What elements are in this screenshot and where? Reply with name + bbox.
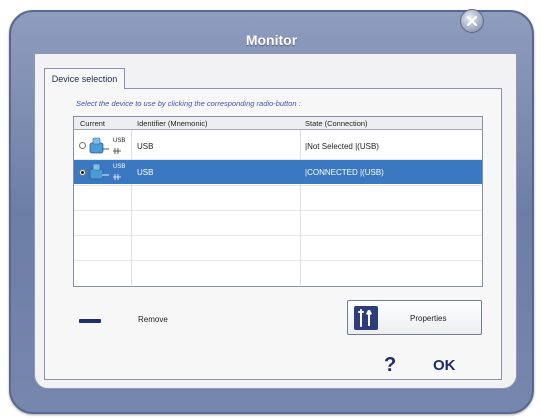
usb-label: USB [113, 138, 125, 144]
remove-button[interactable] [79, 316, 103, 326]
row-divider [74, 210, 482, 211]
state-cell: |CONNECTED |(USB) [305, 168, 384, 177]
device-list[interactable]: Current Identifier (Mnemonic) State (Con… [73, 116, 483, 287]
table-row[interactable]: USB USB |Not Selected |(USB) [74, 134, 482, 158]
usb-label: USB [113, 164, 125, 170]
window-title: Monitor [245, 32, 298, 48]
remove-label: Remove [138, 315, 168, 324]
help-button[interactable]: ? [384, 354, 396, 377]
column-header-identifier[interactable]: Identifier (Mnemonic) [137, 119, 207, 128]
table-row[interactable]: USB USB |CONNECTED |(USB) [74, 160, 482, 184]
row-divider [74, 260, 482, 261]
identifier-cell: USB [137, 142, 154, 151]
list-header: Current Identifier (Mnemonic) State (Con… [74, 117, 482, 130]
properties-label: Properties [410, 314, 447, 323]
identifier-cell: USB [137, 168, 154, 177]
minus-icon [79, 319, 101, 323]
close-icon [466, 15, 478, 27]
row-divider [74, 185, 482, 186]
usb-device-icon: USB [89, 163, 125, 180]
column-header-state[interactable]: State (Connection) [305, 119, 368, 128]
instruction-text: Select the device to use by clicking the… [76, 99, 301, 108]
properties-button[interactable]: Properties [347, 300, 482, 335]
close-button[interactable] [460, 9, 484, 33]
tab-device-selection[interactable]: Device selection [44, 68, 125, 89]
ok-button[interactable]: OK [433, 357, 456, 374]
column-header-current[interactable]: Current [80, 119, 105, 128]
row-divider [74, 235, 482, 236]
state-cell: |Not Selected |(USB) [305, 142, 379, 151]
usb-device-icon: USB [89, 137, 125, 154]
device-radio-button[interactable] [79, 169, 86, 176]
device-radio-button[interactable] [79, 142, 86, 149]
wrench-screwdriver-icon [354, 306, 378, 330]
